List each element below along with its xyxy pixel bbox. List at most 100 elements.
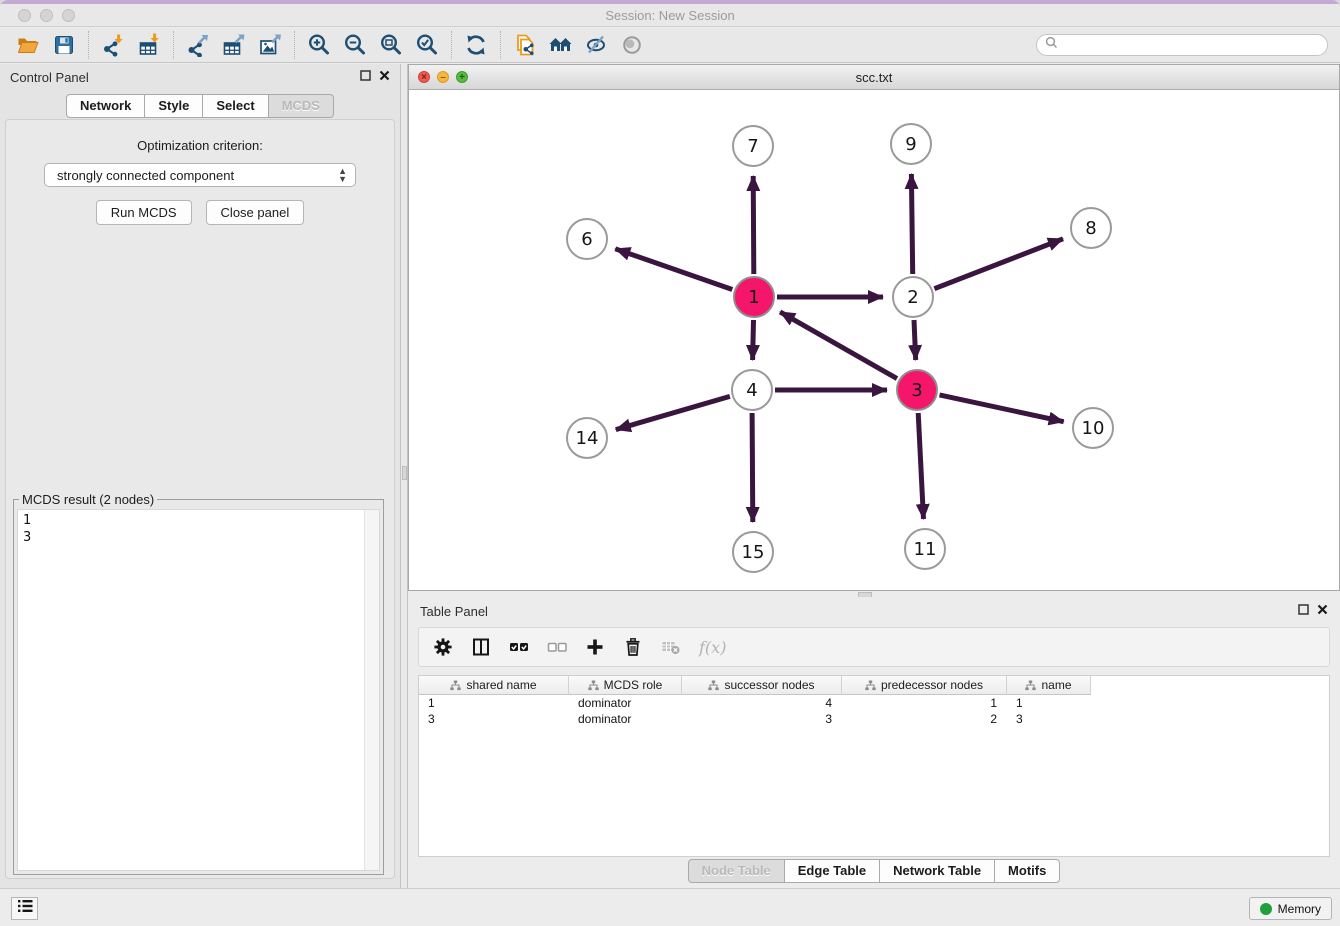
- tab-mcds[interactable]: MCDS: [269, 94, 334, 118]
- tab-network[interactable]: Network: [66, 94, 145, 118]
- control-panel-header: Control Panel: [0, 64, 400, 90]
- graph-edge-1-7[interactable]: [753, 176, 754, 274]
- graph-edge-1-4[interactable]: [753, 320, 754, 360]
- table-panel: Table Panel f(x): [408, 597, 1340, 888]
- graph-edge-3-11[interactable]: [918, 413, 923, 519]
- network-canvas[interactable]: 7 9 6 8 1 2 4 3 14 10 15 11: [409, 90, 1339, 590]
- graph-node-14[interactable]: 14: [566, 417, 608, 459]
- search-input[interactable]: [1063, 38, 1319, 52]
- tab-node-table[interactable]: Node Table: [688, 859, 785, 883]
- tab-edge-table[interactable]: Edge Table: [785, 859, 880, 883]
- panel-split-divider[interactable]: [400, 64, 408, 888]
- refresh-network-button[interactable]: [458, 30, 494, 60]
- tab-motifs[interactable]: Motifs: [995, 859, 1060, 883]
- graph-edge-1-6[interactable]: [615, 249, 732, 290]
- home-layout-button[interactable]: [543, 30, 579, 60]
- memory-button[interactable]: Memory: [1249, 897, 1332, 920]
- export-network-icon: [186, 33, 210, 57]
- cell-name[interactable]: 3: [1007, 711, 1091, 727]
- task-list-icon: [17, 898, 33, 919]
- cell-mcds-role[interactable]: dominator: [569, 711, 682, 727]
- unselect-all-columns-button[interactable]: [547, 637, 567, 657]
- zoom-selected-button[interactable]: [409, 30, 445, 60]
- birdseye-view-button[interactable]: [615, 30, 651, 60]
- network-view-window: × – + scc.txt 7 9 6 8 1 2 4 3 14 10 15 11: [408, 64, 1340, 591]
- export-image-button[interactable]: [252, 30, 288, 60]
- import-table-button[interactable]: [131, 30, 167, 60]
- graph-node-6[interactable]: 6: [566, 218, 608, 260]
- graph-edge-2-9[interactable]: [911, 174, 912, 274]
- graph-node-4[interactable]: 4: [731, 369, 773, 411]
- cell-successor-nodes[interactable]: 3: [682, 711, 842, 727]
- zoom-fit-button[interactable]: [373, 30, 409, 60]
- delete-row-button[interactable]: [623, 637, 643, 657]
- cell-name[interactable]: 1: [1007, 695, 1091, 711]
- cell-shared-name[interactable]: 1: [419, 695, 569, 711]
- graph-edge-2-3[interactable]: [914, 320, 916, 360]
- zoom-in-button[interactable]: [301, 30, 337, 60]
- graph-edge-4-15[interactable]: [752, 413, 753, 522]
- hide-panel-icon: [585, 33, 609, 57]
- close-panel-icon[interactable]: [379, 68, 390, 86]
- graph-node-11[interactable]: 11: [904, 528, 946, 570]
- tab-select[interactable]: Select: [203, 94, 268, 118]
- graph-edge-4-14[interactable]: [616, 396, 730, 429]
- close-table-panel-icon[interactable]: [1317, 602, 1328, 620]
- clone-network-icon: [513, 33, 537, 57]
- result-scrollbar[interactable]: [364, 510, 379, 870]
- table-row[interactable]: 3dominator323: [419, 711, 1329, 727]
- delete-table-button[interactable]: [661, 637, 681, 657]
- graph-node-1[interactable]: 1: [733, 276, 775, 318]
- cell-predecessor-nodes[interactable]: 1: [842, 695, 1007, 711]
- criterion-select[interactable]: strongly connected component ▲▼: [44, 163, 356, 187]
- float-panel-icon[interactable]: [360, 68, 371, 86]
- clone-network-button[interactable]: [507, 30, 543, 60]
- tab-style[interactable]: Style: [145, 94, 203, 118]
- control-panel: Control Panel NetworkStyleSelectMCDS Opt…: [0, 64, 400, 888]
- export-network-button[interactable]: [180, 30, 216, 60]
- graph-node-3[interactable]: 3: [896, 369, 938, 411]
- show-columns-button[interactable]: [471, 637, 491, 657]
- table-settings-button[interactable]: [433, 637, 453, 657]
- cell-mcds-role[interactable]: dominator: [569, 695, 682, 711]
- column-header-name[interactable]: name: [1007, 676, 1091, 695]
- column-header-shared-name[interactable]: shared name: [419, 676, 569, 695]
- graph-node-9[interactable]: 9: [890, 123, 932, 165]
- cell-successor-nodes[interactable]: 4: [682, 695, 842, 711]
- column-header-mcds-role[interactable]: MCDS role: [569, 676, 682, 695]
- close-panel-button[interactable]: Close panel: [206, 200, 305, 225]
- graph-node-2[interactable]: 2: [892, 276, 934, 318]
- zoom-out-button[interactable]: [337, 30, 373, 60]
- add-row-button[interactable]: [585, 637, 605, 657]
- divider-grip[interactable]: [402, 466, 407, 480]
- function-builder-button[interactable]: f(x): [699, 638, 726, 657]
- graph-node-7[interactable]: 7: [732, 125, 774, 167]
- graph-node-15[interactable]: 15: [732, 531, 774, 573]
- task-history-button[interactable]: [11, 897, 38, 920]
- save-session-button[interactable]: [46, 30, 82, 60]
- open-session-button[interactable]: [10, 30, 46, 60]
- graph-edge-2-8[interactable]: [934, 239, 1063, 289]
- export-table-button[interactable]: [216, 30, 252, 60]
- run-mcds-button[interactable]: Run MCDS: [96, 200, 192, 225]
- graph-edge-3-10[interactable]: [940, 395, 1064, 422]
- graph-edge-3-1[interactable]: [780, 312, 897, 379]
- float-table-panel-icon[interactable]: [1298, 602, 1309, 620]
- search-field[interactable]: [1036, 34, 1328, 56]
- cell-predecessor-nodes[interactable]: 2: [842, 711, 1007, 727]
- toolbar-separator: [294, 31, 295, 59]
- cell-shared-name[interactable]: 3: [419, 711, 569, 727]
- hide-panel-button[interactable]: [579, 30, 615, 60]
- graph-node-10[interactable]: 10: [1072, 407, 1114, 449]
- column-flow-icon: [1025, 680, 1036, 691]
- select-all-columns-button[interactable]: [509, 637, 529, 657]
- network-window-titlebar[interactable]: × – + scc.txt: [409, 65, 1339, 90]
- column-flow-icon: [865, 680, 876, 691]
- tab-network-table[interactable]: Network Table: [880, 859, 995, 883]
- table-row[interactable]: 1dominator411: [419, 695, 1329, 711]
- import-network-button[interactable]: [95, 30, 131, 60]
- column-header-successor-nodes[interactable]: successor nodes: [682, 676, 842, 695]
- column-header-predecessor-nodes[interactable]: predecessor nodes: [842, 676, 1007, 695]
- graph-node-8[interactable]: 8: [1070, 207, 1112, 249]
- mcds-tab-content: Optimization criterion: strongly connect…: [5, 119, 395, 879]
